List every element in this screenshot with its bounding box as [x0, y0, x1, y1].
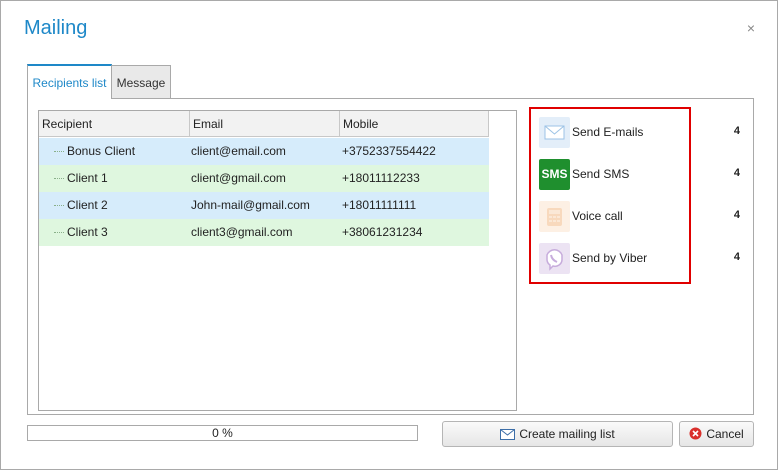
column-header-recipient[interactable]: Recipient [39, 111, 190, 137]
create-mailing-list-label: Create mailing list [519, 427, 615, 441]
tab-recipients-list[interactable]: Recipients list [27, 64, 112, 99]
email-cell: client@email.com [191, 144, 286, 158]
recipient-cell: Client 2 [67, 198, 108, 212]
table-row[interactable]: Client 3 client3@gmail.com +38061231234 [39, 219, 489, 246]
grid-header: Recipient Email Mobile [39, 111, 489, 137]
table-row[interactable]: Client 2 John-mail@gmail.com +1801111111… [39, 192, 489, 219]
table-row[interactable]: Bonus Client client@email.com +375233755… [39, 138, 489, 165]
mobile-cell: +3752337554422 [342, 144, 436, 158]
send-sms-count: 4 [733, 167, 740, 179]
column-header-email[interactable]: Email [190, 111, 340, 137]
mobile-cell: +18011112233 [342, 171, 420, 185]
envelope-icon [500, 429, 516, 440]
phone-icon [539, 201, 570, 232]
send-viber-count: 4 [733, 251, 740, 263]
send-viber-label: Send by Viber [572, 251, 648, 265]
voice-call-count: 4 [733, 209, 740, 221]
sms-icon: SMS [539, 159, 570, 190]
tree-branch [54, 205, 64, 206]
viber-icon [539, 243, 570, 274]
cancel-icon [689, 427, 702, 440]
tree-branch [54, 178, 64, 179]
envelope-icon [539, 117, 570, 148]
send-sms-label: Send SMS [572, 167, 630, 181]
send-emails-action[interactable]: Send E-mails [539, 117, 739, 149]
mobile-cell: +18011111111 [342, 198, 417, 212]
recipient-cell: Client 1 [67, 171, 108, 185]
send-sms-action[interactable]: SMS Send SMS [539, 159, 739, 191]
column-header-mobile[interactable]: Mobile [340, 111, 489, 137]
dialog-title: Mailing [24, 17, 88, 39]
tab-message[interactable]: Message [111, 65, 171, 99]
close-icon[interactable]: × [747, 21, 755, 35]
mobile-cell: +38061231234 [342, 225, 423, 239]
email-cell: client3@gmail.com [191, 225, 293, 239]
recipients-grid[interactable]: Recipient Email Mobile Bonus Client clie… [38, 110, 517, 411]
tree-branch [54, 151, 64, 152]
recipient-cell: Bonus Client [67, 144, 136, 158]
send-emails-count: 4 [733, 125, 740, 137]
email-cell: client@gmail.com [191, 171, 286, 185]
cancel-label: Cancel [706, 427, 744, 441]
email-cell: John-mail@gmail.com [191, 198, 310, 212]
voice-call-action[interactable]: Voice call [539, 201, 739, 233]
create-mailing-list-button[interactable]: Create mailing list [442, 421, 673, 447]
send-emails-label: Send E-mails [572, 125, 644, 139]
tree-branch [54, 232, 64, 233]
voice-call-label: Voice call [572, 209, 623, 223]
send-viber-action[interactable]: Send by Viber [539, 243, 739, 275]
cancel-button[interactable]: Cancel [679, 421, 754, 447]
mailing-dialog: Mailing × Recipients list Message Recipi… [0, 0, 778, 470]
table-row[interactable]: Client 1 client@gmail.com +18011112233 [39, 165, 489, 192]
progress-bar: 0 % [27, 425, 418, 441]
recipient-cell: Client 3 [67, 225, 108, 239]
